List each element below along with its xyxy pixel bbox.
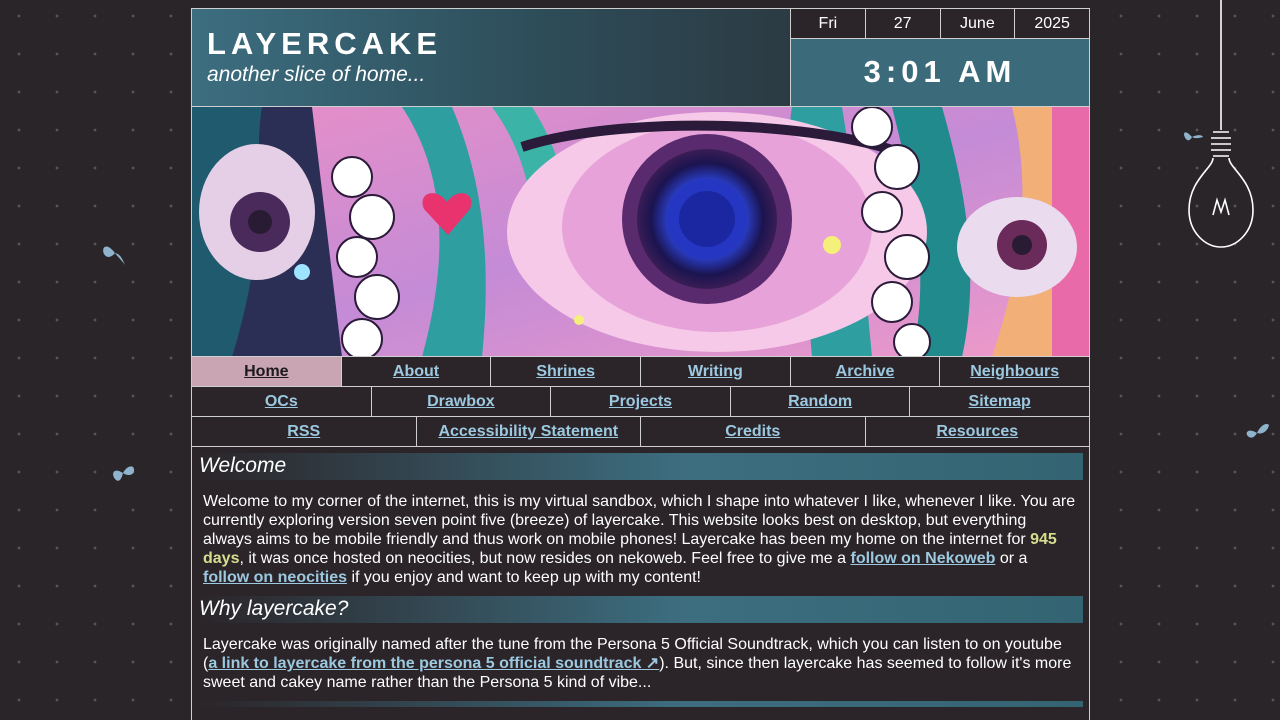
follow-neocities-link[interactable]: follow on neocities bbox=[203, 569, 347, 586]
nav-row-primary: Home About Shrines Writing Archive Neigh… bbox=[192, 357, 1089, 387]
clock: 3:01 AM bbox=[791, 39, 1089, 106]
banner-image bbox=[192, 107, 1089, 357]
next-section-heading bbox=[198, 701, 1083, 707]
nav-ocs[interactable]: OCs bbox=[192, 387, 372, 416]
nav-shrines[interactable]: Shrines bbox=[491, 357, 642, 386]
welcome-text-part: , it was once hosted on neocities, but n… bbox=[239, 550, 851, 567]
date-day: 27 bbox=[866, 9, 941, 38]
butterfly-icon bbox=[103, 246, 125, 265]
butterfly-icon bbox=[113, 466, 135, 481]
nav-rss[interactable]: RSS bbox=[192, 417, 417, 446]
why-heading: Why layercake? bbox=[198, 596, 1083, 623]
soundtrack-link[interactable]: a link to layercake from the persona 5 o… bbox=[208, 655, 659, 672]
date-month: June bbox=[941, 9, 1016, 38]
nav-about[interactable]: About bbox=[342, 357, 492, 386]
nav-credits[interactable]: Credits bbox=[641, 417, 866, 446]
lightbulb-icon bbox=[1188, 0, 1254, 248]
main-content: Welcome Welcome to my corner of the inte… bbox=[192, 447, 1089, 707]
site-header: LAYERCAKE another slice of home... Fri 2… bbox=[192, 9, 1089, 107]
nav-projects[interactable]: Projects bbox=[551, 387, 731, 416]
butterfly-icon bbox=[1246, 423, 1269, 438]
nav-accessibility[interactable]: Accessibility Statement bbox=[417, 417, 641, 446]
why-text: Layercake was originally named after the… bbox=[198, 623, 1083, 701]
date-row: Fri 27 June 2025 bbox=[791, 9, 1089, 39]
site-tagline: another slice of home... bbox=[207, 63, 426, 86]
page-container: LAYERCAKE another slice of home... Fri 2… bbox=[191, 8, 1090, 720]
date-clock-widget: Fri 27 June 2025 3:01 AM bbox=[790, 9, 1089, 106]
nav-drawbox[interactable]: Drawbox bbox=[372, 387, 552, 416]
follow-nekoweb-link[interactable]: follow on Nekoweb bbox=[850, 550, 995, 567]
date-year: 2025 bbox=[1034, 15, 1070, 32]
welcome-text-part: or a bbox=[995, 550, 1028, 567]
welcome-heading: Welcome bbox=[198, 453, 1083, 480]
nav-random[interactable]: Random bbox=[731, 387, 911, 416]
site-title: LAYERCAKE bbox=[207, 26, 443, 61]
nav-row-tertiary: RSS Accessibility Statement Credits Reso… bbox=[192, 417, 1089, 447]
nav-row-secondary: OCs Drawbox Projects Random Sitemap bbox=[192, 387, 1089, 417]
welcome-text-part: if you enjoy and want to keep up with my… bbox=[347, 569, 701, 586]
nav-home[interactable]: Home bbox=[192, 357, 342, 386]
welcome-text-part: Welcome to my corner of the internet, th… bbox=[203, 493, 1076, 548]
nav-archive[interactable]: Archive bbox=[791, 357, 941, 386]
nav-writing[interactable]: Writing bbox=[641, 357, 791, 386]
nav-resources[interactable]: Resources bbox=[866, 417, 1090, 446]
welcome-text: Welcome to my corner of the internet, th… bbox=[198, 480, 1083, 596]
date-weekday: Fri bbox=[791, 9, 866, 38]
nav-sitemap[interactable]: Sitemap bbox=[910, 387, 1089, 416]
nav-neighbours[interactable]: Neighbours bbox=[940, 357, 1089, 386]
